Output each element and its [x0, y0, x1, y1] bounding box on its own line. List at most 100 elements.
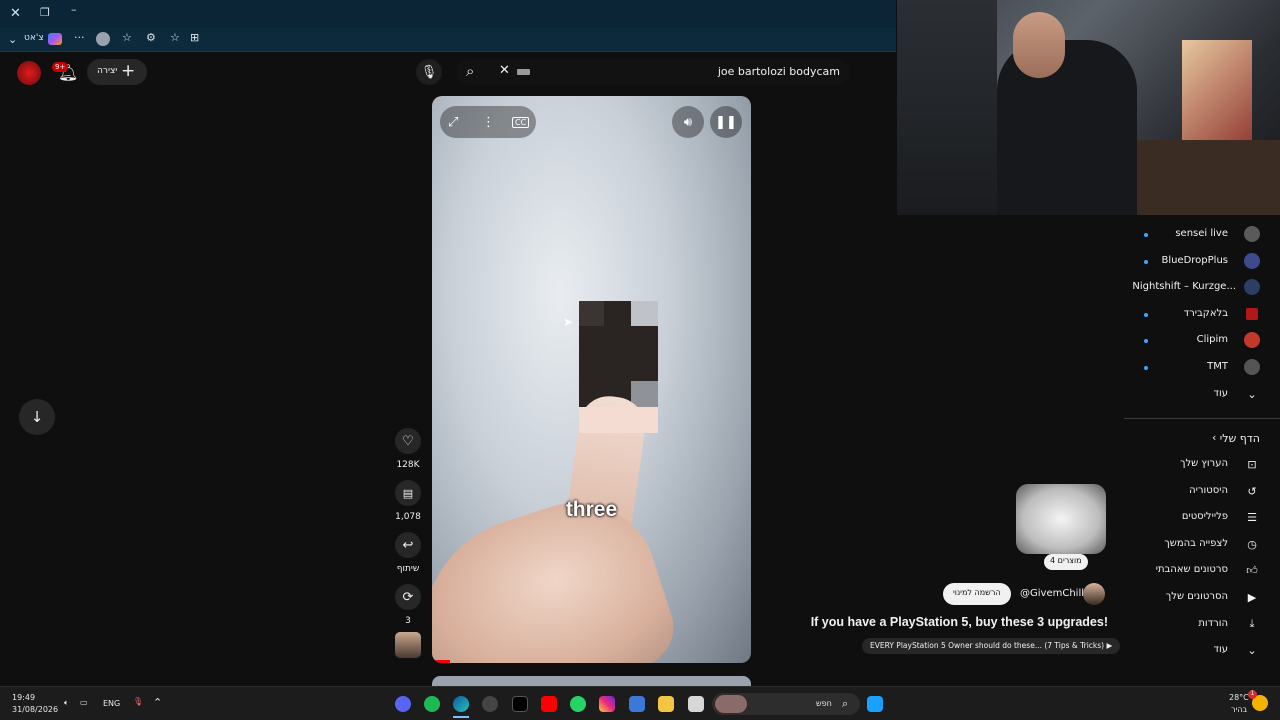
comments-button[interactable]: ▤	[395, 480, 421, 506]
subscriptions-more[interactable]: עוד ⌄	[1124, 382, 1280, 408]
profile-avatar[interactable]	[96, 32, 110, 46]
chevron-down-icon[interactable]: ⌄	[8, 33, 17, 46]
minimize-window-icon[interactable]: –	[71, 3, 77, 16]
language-indicator[interactable]: ENG	[103, 699, 120, 708]
instagram-icon[interactable]	[599, 696, 615, 712]
subscription-name: בלאקבירד	[1183, 308, 1228, 319]
collections-icon[interactable]: ⊞	[190, 31, 199, 44]
search-input[interactable]: ⌕ ✕ joe bartolozi bodycam	[456, 59, 850, 85]
chrome-icon[interactable]	[482, 696, 498, 712]
channel-avatar	[1244, 279, 1260, 295]
chevron-left-icon: ‹	[1212, 431, 1217, 444]
subscription-item[interactable]: sensei live	[1124, 222, 1280, 248]
cc-icon[interactable]: CC	[512, 116, 530, 128]
volume-icon[interactable]: 🔊︎	[672, 106, 704, 138]
subscription-item[interactable]: בלאקבירד	[1124, 302, 1280, 328]
fullscreen-icon[interactable]: ⤢	[448, 115, 458, 130]
sidebar-item-more[interactable]: עוד ⌄	[1124, 638, 1280, 664]
youtube-icon[interactable]	[541, 696, 557, 712]
sidebar-item-playlists[interactable]: פלייליסטים ☰	[1124, 505, 1280, 531]
subscription-item[interactable]: TMT	[1124, 355, 1280, 381]
browser-toolbar: ⌄ צ'אט ··· ☆ ⚙ ☆ ⊞	[0, 28, 896, 52]
webcam-desk	[1137, 140, 1280, 215]
voice-search-mic-icon[interactable]: 🎙︎	[416, 59, 442, 85]
history-icon: ↺	[1247, 484, 1257, 498]
copilot-chat-label[interactable]: צ'אט	[24, 33, 44, 43]
sidebar-item-liked[interactable]: סרטונים שאהבתי 👍︎	[1124, 558, 1280, 584]
speaker-icon[interactable]: 🔈︎	[64, 698, 69, 708]
like-count: 128K	[396, 460, 420, 470]
sidebar-item-your-channel[interactable]: הערוץ שלך ⊡	[1124, 452, 1280, 478]
sidebar-item-label: הסרטונים שלך	[1165, 591, 1228, 602]
subscription-item[interactable]: Nightshift – Kurzge...	[1124, 275, 1280, 301]
product-image-ps5-stand[interactable]	[1016, 484, 1106, 554]
channel-avatar	[1244, 253, 1260, 269]
chevron-down-icon: ⌄	[1247, 643, 1257, 657]
whatsapp-icon[interactable]	[570, 696, 586, 712]
store-icon[interactable]	[629, 696, 645, 712]
next-short-button[interactable]: ↓	[19, 399, 55, 435]
taskbar-search-box[interactable]: חפש ⌕	[712, 693, 860, 715]
app-window-icon[interactable]	[688, 696, 704, 712]
microphone-icon[interactable]: 🎙︎	[133, 697, 143, 706]
show-hidden-icons-icon[interactable]: ⌃	[153, 696, 162, 709]
sound-thumbnail[interactable]	[395, 632, 421, 658]
sidebar-item-your-videos[interactable]: הסרטונים שלך ▶	[1124, 585, 1280, 611]
restore-window-icon[interactable]: ❐	[40, 6, 50, 19]
share-label: שיתוף	[396, 564, 420, 574]
clear-search-icon[interactable]: ✕	[499, 63, 510, 78]
more-vert-icon[interactable]: ⋮	[482, 115, 495, 130]
new-content-dot	[1144, 260, 1148, 264]
sidebar-item-history[interactable]: היסטוריה ↺	[1124, 479, 1280, 505]
new-content-dot	[1144, 233, 1148, 237]
progress-bar-fill	[432, 660, 450, 663]
spotify-icon[interactable]	[424, 696, 440, 712]
pause-icon[interactable]: ❚❚	[710, 106, 742, 138]
you-section-header[interactable]: הדף שלי ‹	[1124, 426, 1280, 452]
close-window-icon[interactable]: ✕	[10, 6, 21, 21]
next-short-preview[interactable]	[432, 676, 751, 686]
new-content-dot	[1144, 366, 1148, 370]
search-icon[interactable]: ⌕	[466, 62, 474, 80]
more-options-icon[interactable]: ···	[74, 31, 85, 44]
share-button[interactable]: ↩	[395, 532, 421, 558]
comment-icon: ▤	[402, 486, 414, 500]
plus-icon: +	[121, 61, 136, 81]
related-video-link[interactable]: EVERY PlayStation 5 Owner should do thes…	[862, 638, 1121, 654]
remix-icon: ⟳	[402, 589, 414, 605]
sidebar-divider	[1124, 418, 1280, 419]
short-video-player[interactable]: ⤢ ⋮ CC 🔊︎ ❚❚ three	[432, 96, 751, 663]
network-icon[interactable]: ▭	[80, 698, 88, 707]
discord-icon[interactable]	[395, 696, 411, 712]
webcam-overlay	[897, 0, 1280, 215]
create-button[interactable]: יצירה +	[87, 59, 147, 85]
extensions-icon[interactable]: ⚙	[146, 31, 156, 44]
new-content-dot	[1144, 313, 1148, 317]
subscription-name: sensei live	[1175, 228, 1228, 239]
clock-date[interactable]: 31/08/2026	[12, 705, 58, 714]
sidebar-item-label: הערוץ שלך	[1180, 458, 1228, 469]
windows-start-icon[interactable]	[867, 696, 883, 712]
products-badge[interactable]: 4 מוצרים	[1044, 554, 1088, 570]
x-twitter-icon[interactable]	[512, 696, 528, 712]
heart-icon: ♡	[402, 433, 414, 449]
clock-time[interactable]: 19:49	[12, 693, 35, 702]
edge-icon[interactable]	[453, 696, 469, 712]
weather-temp[interactable]: 28°C	[1229, 693, 1249, 702]
copilot-icon[interactable]	[48, 33, 62, 45]
channel-handle[interactable]: @GivemChills	[1020, 588, 1089, 599]
remix-button[interactable]: ⟳	[395, 584, 421, 610]
channel-avatar[interactable]	[1083, 583, 1105, 605]
like-button[interactable]: ♡	[395, 428, 421, 454]
sidebar-item-downloads[interactable]: הורדות ⤓	[1124, 612, 1280, 638]
webcam-person-head	[1013, 12, 1065, 78]
sidebar-item-watch-later[interactable]: לצפייה בהמשך ◷	[1124, 532, 1280, 558]
subscription-item[interactable]: Clipim	[1124, 328, 1280, 354]
add-favorite-icon[interactable]: ☆	[170, 31, 180, 44]
keyboard-icon[interactable]	[517, 69, 530, 75]
subscribe-button[interactable]: הרשמה למינוי	[943, 583, 1011, 605]
file-explorer-icon[interactable]	[658, 696, 674, 712]
user-avatar[interactable]	[17, 61, 41, 85]
subscription-item[interactable]: BlueDropPlus	[1124, 249, 1280, 275]
favorites-icon[interactable]: ☆	[122, 31, 132, 44]
